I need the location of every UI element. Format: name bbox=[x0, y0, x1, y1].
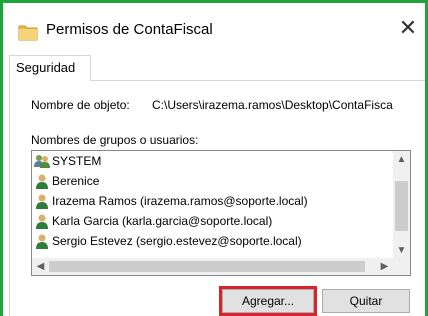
user-icon bbox=[36, 234, 48, 249]
object-path: C:\Users\irazema.ramos\Desktop\ContaFisc… bbox=[152, 98, 393, 112]
close-icon[interactable]: ✕ bbox=[396, 17, 420, 41]
remove-button[interactable]: Quitar bbox=[322, 289, 410, 313]
list-item-label: SYSTEM bbox=[52, 154, 102, 168]
groups-users-label: Nombres de grupos o usuarios: bbox=[31, 133, 199, 147]
chevron-left-icon[interactable]: ◀ bbox=[32, 258, 49, 275]
list-item-sergio[interactable]: Sergio Estevez (sergio.estevez@soporte.l… bbox=[34, 231, 380, 251]
chevron-up-icon[interactable]: ▲ bbox=[393, 151, 410, 168]
user-icon bbox=[36, 174, 48, 189]
list-item-label: Irazema Ramos (irazema.ramos@soporte.loc… bbox=[52, 194, 308, 208]
list-item-label: Berenice bbox=[52, 174, 100, 188]
vertical-scrollbar[interactable]: ▲ ▼ bbox=[393, 151, 410, 259]
group-icon bbox=[34, 155, 50, 168]
window-title: Permisos de ContaFiscal bbox=[46, 21, 213, 38]
chevron-right-icon[interactable]: ▶ bbox=[376, 258, 393, 275]
list-item-label: Sergio Estevez (sergio.estevez@soporte.l… bbox=[52, 234, 302, 248]
list-item-system[interactable]: SYSTEM bbox=[34, 151, 380, 171]
horizontal-scroll-thumb[interactable] bbox=[49, 261, 365, 272]
list-item-berenice[interactable]: Berenice bbox=[34, 171, 380, 191]
tab-seguridad[interactable]: Seguridad bbox=[9, 55, 91, 81]
object-name-label: Nombre de objeto: bbox=[31, 98, 130, 112]
scrollbar-corner bbox=[393, 258, 410, 275]
folder-icon bbox=[18, 25, 38, 41]
chevron-down-icon[interactable]: ▼ bbox=[393, 242, 410, 259]
add-button[interactable]: Agregar... bbox=[219, 286, 317, 316]
groups-users-list[interactable]: SYSTEM Berenice Irazema Ramos (irazema.r… bbox=[31, 150, 411, 276]
user-icon bbox=[36, 214, 48, 229]
user-icon bbox=[36, 194, 48, 209]
list-item-karla[interactable]: Karla Garcia (karla.garcia@soporte.local… bbox=[34, 211, 380, 231]
list-item-irazema[interactable]: Irazema Ramos (irazema.ramos@soporte.loc… bbox=[34, 191, 380, 211]
horizontal-scrollbar[interactable]: ◀ ▶ bbox=[32, 258, 393, 275]
vertical-scroll-thumb[interactable] bbox=[395, 181, 408, 231]
list-item-label: Karla Garcia (karla.garcia@soporte.local… bbox=[52, 214, 273, 228]
